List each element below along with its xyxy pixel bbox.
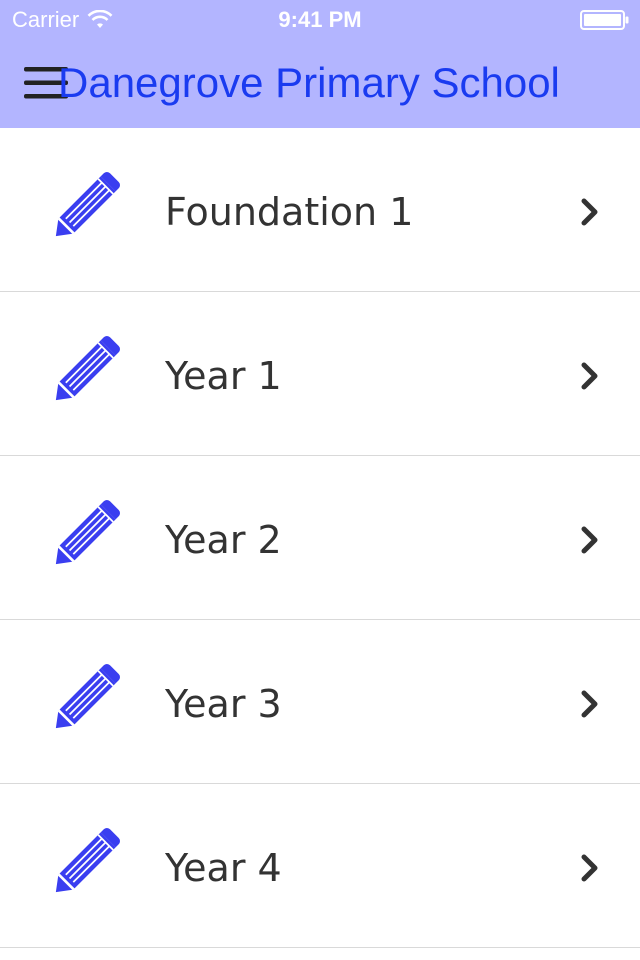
list-item-label: Foundation 1 <box>165 190 414 234</box>
class-list: Foundation 1 Year 1 Year 2 Year 3 Year 4 <box>0 128 640 948</box>
pencil-icon <box>55 663 121 729</box>
pencil-icon <box>55 499 121 565</box>
chevron-right-icon <box>581 198 598 226</box>
list-item-label: Year 1 <box>165 354 282 398</box>
list-item-label: Year 3 <box>165 682 282 726</box>
list-item-label: Year 2 <box>165 518 282 562</box>
list-item-year-1[interactable]: Year 1 <box>0 292 640 456</box>
status-time: 9:41 PM <box>278 7 362 32</box>
list-item-year-4[interactable]: Year 4 <box>0 784 640 948</box>
header: Carrier 9:41 PM Danegrove Primary School <box>0 0 640 128</box>
status-bar: Carrier 9:41 PM <box>0 0 640 40</box>
chevron-right-icon <box>581 526 598 554</box>
navigation-bar: Danegrove Primary School <box>0 40 640 128</box>
pencil-icon <box>55 827 121 893</box>
list-item-year-3[interactable]: Year 3 <box>0 620 640 784</box>
page-title: Danegrove Primary School <box>58 59 560 106</box>
list-item-foundation-1[interactable]: Foundation 1 <box>0 128 640 292</box>
pencil-icon <box>55 335 121 401</box>
battery-icon <box>580 10 629 30</box>
chevron-right-icon <box>581 854 598 882</box>
app-screen: Carrier 9:41 PM Danegrove Primary School… <box>0 0 640 960</box>
list-item-year-2[interactable]: Year 2 <box>0 456 640 620</box>
chevron-right-icon <box>581 362 598 390</box>
pencil-icon <box>55 171 121 237</box>
chevron-right-icon <box>581 690 598 718</box>
list-item-label: Year 4 <box>165 846 282 890</box>
